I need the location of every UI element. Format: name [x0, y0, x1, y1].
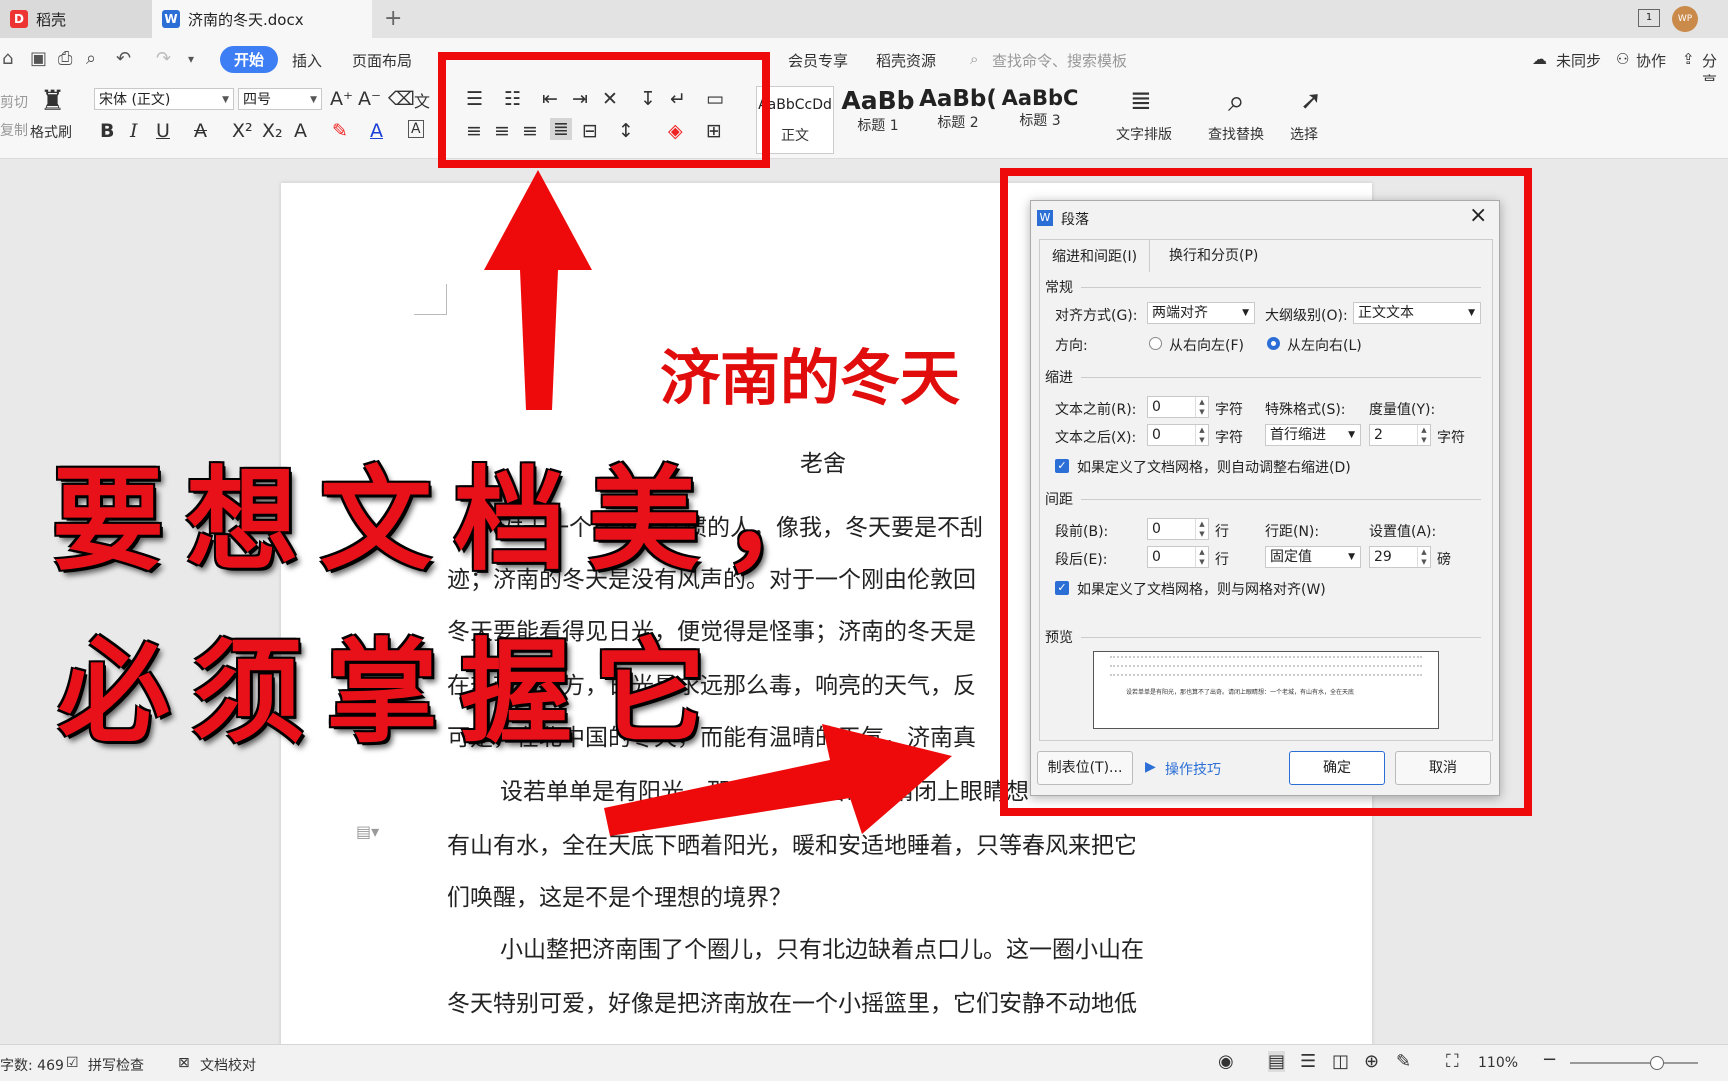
paragraph-handle-icon[interactable]: ▤▾	[356, 822, 379, 841]
redo-icon[interactable]: ↷	[156, 48, 171, 69]
margin-corner-mark	[414, 284, 447, 315]
collab-icon: ⚇	[1616, 50, 1630, 68]
cut-button[interactable]: 剪切	[0, 92, 28, 112]
command-search-input[interactable]: 查找命令、搜索模板	[992, 50, 1127, 71]
document-title[interactable]: 济南的冬天	[660, 330, 960, 417]
body-line[interactable]: 小山整把济南围了个圈儿，只有北边缺着点口儿。这一圈小山在	[500, 930, 1144, 964]
strikethrough-icon[interactable]: A	[194, 120, 207, 142]
fit-page-icon[interactable]: ⛶	[1446, 1051, 1459, 1072]
style-preview: AaBb	[841, 86, 915, 115]
quick-access-dropdown-icon[interactable]: ▾	[188, 52, 194, 66]
menu-page-layout[interactable]: 页面布局	[352, 50, 412, 71]
outline-view-icon[interactable]: ☰	[1300, 1051, 1316, 1072]
proofread-button[interactable]: 文档校对	[200, 1055, 256, 1075]
subscript-icon[interactable]: X₂	[262, 120, 283, 142]
ribbon: 剪切 复制 ♜ 格式刷 宋体 (正文) ▼ 四号 ▼ A⁺ A⁻ ⌫ 文 B I U…	[0, 82, 1728, 159]
menu-bar: ⌂ ▣ ⎙ ⌕ ↶ ↷ ▾ 开始 插入 页面布局 会员专享 稻壳资源 ⌕ 查找命…	[0, 38, 1728, 91]
word-count[interactable]: 字数: 469	[0, 1055, 64, 1075]
body-line[interactable]: 冬天特别可爱，好像是把济南放在一个小摇篮里，它们安静不动地低	[447, 984, 1137, 1018]
undo-icon[interactable]: ↶	[116, 48, 131, 69]
page-view-icon[interactable]: ▤	[1268, 1051, 1286, 1072]
menu-start[interactable]: 开始	[220, 46, 279, 73]
format-painter-button[interactable]: 格式刷	[30, 122, 72, 142]
menu-insert[interactable]: 插入	[292, 50, 322, 71]
overlay-caption-line2: 必须掌握它	[58, 628, 728, 758]
new-tab-plus-icon[interactable]: +	[384, 6, 402, 31]
collab-button[interactable]: 协作	[1636, 50, 1666, 71]
style-heading2[interactable]: AaBb( 标题 2	[918, 86, 998, 132]
select-button[interactable]: 选择	[1290, 124, 1318, 144]
spell-check-icon: ☑	[66, 1055, 79, 1071]
style-preview: AaBb(	[919, 86, 997, 112]
print-preview-icon[interactable]: ⌕	[86, 48, 96, 69]
highlight-icon[interactable]: ✎	[332, 120, 348, 142]
highlight-box-paragraph-dialog	[1000, 168, 1532, 816]
arrow-up-overlay	[484, 170, 592, 410]
copy-button[interactable]: 复制	[0, 120, 28, 140]
cloud-sync-icon: ☁	[1532, 50, 1547, 68]
word-doc-icon: W	[162, 10, 180, 28]
share-icon: ⇪	[1682, 50, 1695, 68]
body-line[interactable]: 们唤醒，这是不是个理想的境界？	[447, 878, 792, 912]
font-size-value: 四号	[243, 92, 271, 108]
text-layout-icon[interactable]: ≣	[1130, 86, 1152, 116]
zoom-slider-track[interactable]	[1570, 1062, 1698, 1064]
zoom-slider-thumb[interactable]	[1650, 1056, 1664, 1070]
text-layout-button[interactable]: 文字排版	[1116, 124, 1172, 144]
zoom-out-icon[interactable]: −	[1542, 1049, 1557, 1070]
sync-status[interactable]: 未同步	[1556, 50, 1601, 71]
tab-document-label: 济南的冬天.docx	[188, 10, 304, 29]
bold-icon[interactable]: B	[100, 120, 114, 142]
web-view-icon[interactable]: ⊕	[1364, 1051, 1379, 1072]
font-color-icon[interactable]: A	[370, 120, 383, 142]
chevron-down-icon: ▼	[310, 95, 317, 105]
style-label: 标题 3	[1019, 113, 1061, 129]
chevron-down-icon: ▼	[222, 95, 229, 105]
pinyin-icon[interactable]: 文	[414, 88, 430, 112]
find-replace-button[interactable]: 查找替换	[1208, 124, 1264, 144]
tab-bar: D 稻壳 W 济南的冬天.docx + 1 WP	[0, 0, 1728, 39]
tab-home-label: 稻壳	[36, 10, 67, 29]
avatar[interactable]: WP	[1672, 6, 1698, 32]
window-switch-icon[interactable]: 1	[1638, 9, 1660, 27]
char-border-icon[interactable]: A	[408, 120, 424, 138]
style-heading1[interactable]: AaBb 标题 1	[838, 86, 918, 135]
font-family-value: 宋体 (正文)	[99, 92, 171, 108]
clear-format-icon[interactable]: ⌫	[388, 88, 415, 110]
save-icon[interactable]: ▣	[30, 48, 47, 69]
read-view-icon[interactable]: ◫	[1332, 1051, 1349, 1072]
highlight-box-paragraph-tools	[438, 52, 770, 168]
select-cursor-icon[interactable]: ➚	[1300, 86, 1322, 116]
open-folder-icon[interactable]: ⌂	[2, 48, 13, 69]
search-icon: ⌕	[970, 50, 979, 68]
overlay-caption-line1: 要想文档美，	[52, 456, 856, 586]
find-replace-icon[interactable]: ⌕	[1228, 84, 1245, 119]
font-size-select[interactable]: 四号 ▼	[238, 88, 322, 110]
format-painter-icon[interactable]: ♜	[40, 84, 65, 117]
style-preview: AaBbC	[1001, 86, 1079, 110]
write-view-icon[interactable]: ✎	[1396, 1051, 1411, 1072]
text-effect-icon[interactable]: A	[294, 120, 307, 142]
italic-icon[interactable]: I	[130, 120, 138, 142]
print-icon[interactable]: ⎙	[58, 48, 72, 69]
superscript-icon[interactable]: X²	[232, 120, 253, 142]
shrink-font-icon[interactable]: A⁻	[358, 88, 381, 110]
zoom-level[interactable]: 110%	[1478, 1055, 1518, 1071]
underline-icon[interactable]: U	[156, 120, 170, 142]
status-bar: 字数: 469 ☑ 拼写检查 ⊠ 文档校对 ◉ ▤ ☰ ◫ ⊕ ✎ ⛶ 110%…	[0, 1044, 1728, 1081]
tab-home[interactable]: D 稻壳	[0, 0, 152, 38]
font-family-select[interactable]: 宋体 (正文) ▼	[94, 88, 234, 110]
menu-docer-resources[interactable]: 稻壳资源	[876, 50, 936, 71]
style-label: 标题 1	[857, 118, 899, 134]
docer-logo-icon: D	[10, 10, 28, 28]
style-label: 标题 2	[937, 115, 979, 131]
spell-check-button[interactable]: 拼写检查	[88, 1055, 144, 1075]
proofread-icon: ⊠	[178, 1055, 190, 1071]
tab-document[interactable]: W 济南的冬天.docx	[152, 0, 372, 38]
style-heading3[interactable]: AaBbC 标题 3	[1000, 86, 1080, 130]
eye-protection-icon[interactable]: ◉	[1218, 1051, 1234, 1072]
menu-vip[interactable]: 会员专享	[788, 50, 848, 71]
grow-font-icon[interactable]: A⁺	[330, 88, 353, 110]
